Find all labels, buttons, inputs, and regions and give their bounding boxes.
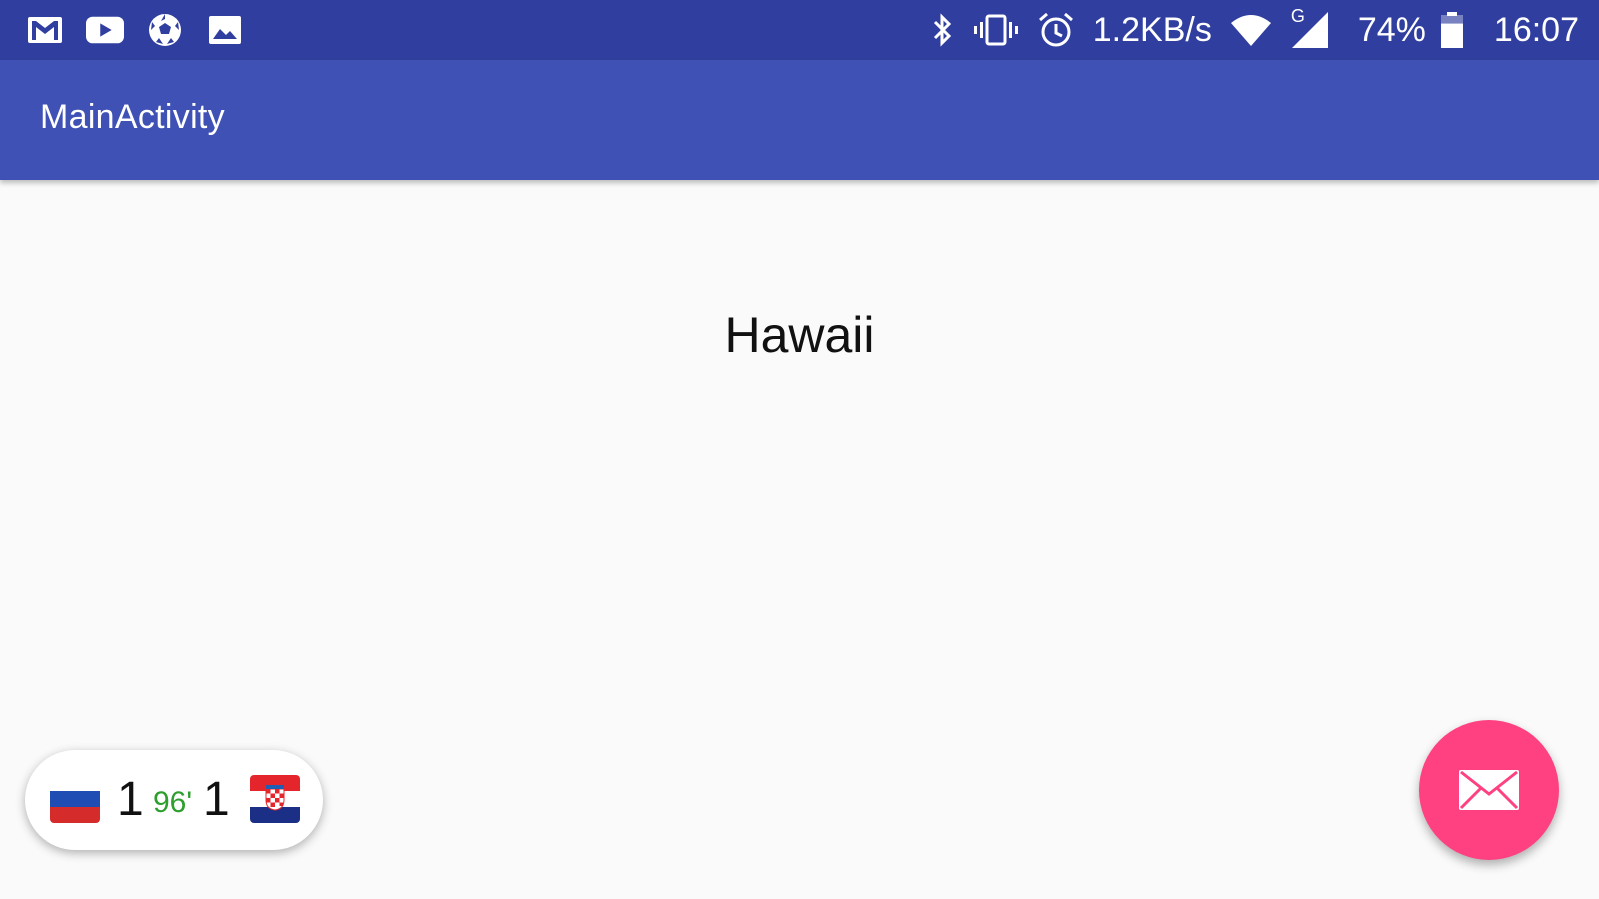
network-speed: 1.2KB/s: [1092, 11, 1212, 49]
wifi-icon: [1230, 10, 1272, 50]
home-score: 1: [117, 773, 144, 826]
app-bar: MainActivity: [0, 60, 1599, 180]
signal-type-label: G: [1290, 6, 1305, 26]
soccer-ball-icon: [146, 12, 184, 48]
vibrate-icon: [973, 10, 1019, 50]
bluetooth-icon: [929, 10, 955, 50]
battery-percent: 74%: [1357, 11, 1426, 49]
gmail-icon: [26, 12, 64, 48]
match-minute: 96': [153, 786, 193, 819]
screen: 1.2KB/s G 74% 16:07 MainActivity Hawaii …: [0, 0, 1599, 899]
system-status: 1.2KB/s G 74% 16:07: [911, 6, 1579, 50]
score-widget[interactable]: 1 96' 1: [25, 750, 323, 850]
away-score: 1: [203, 773, 230, 826]
mail-fab-button[interactable]: [1419, 720, 1559, 860]
signal-icon: G: [1290, 6, 1330, 50]
image-icon: [206, 12, 244, 48]
mail-icon: [1457, 768, 1521, 812]
app-title: MainActivity: [40, 98, 225, 136]
russia-flag-icon: [50, 775, 100, 823]
notification-icons: [26, 12, 266, 48]
main-text: Hawaii: [724, 307, 875, 363]
battery-icon: [1440, 10, 1464, 50]
youtube-icon: [86, 12, 124, 48]
croatia-flag-icon: [250, 775, 300, 823]
clock: 16:07: [1493, 11, 1579, 49]
status-bar: 1.2KB/s G 74% 16:07: [0, 0, 1599, 60]
alarm-icon: [1037, 10, 1075, 50]
